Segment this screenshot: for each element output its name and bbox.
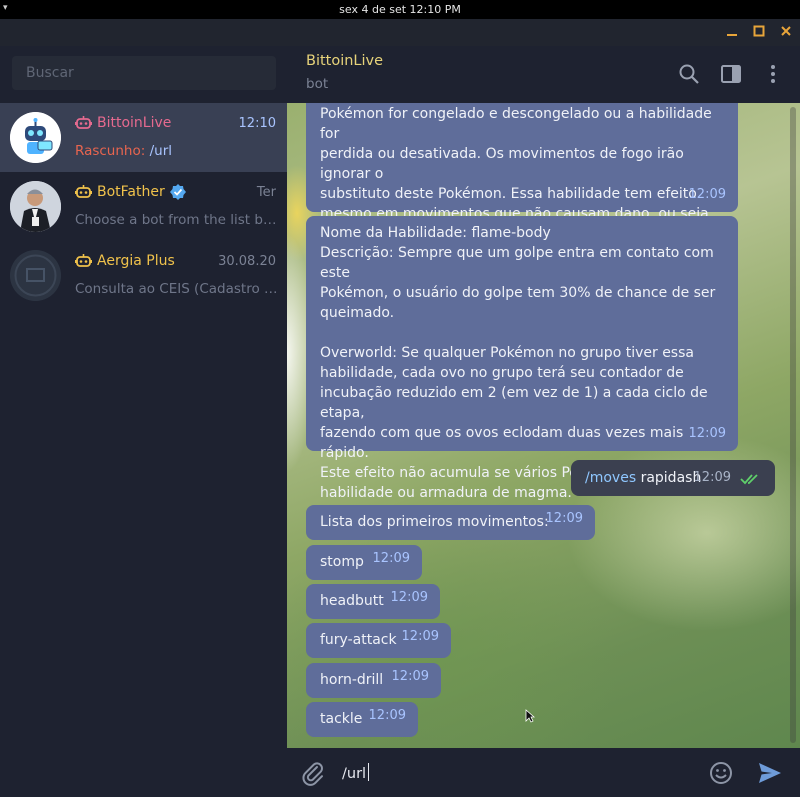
system-top-bar: ▾ sex 4 de set 12:10 PM [0, 0, 800, 19]
message-time: 12:09 [372, 551, 410, 566]
chat-header-name[interactable]: BittoinLive [306, 53, 383, 69]
bot-icon [75, 185, 92, 198]
message-bubble[interactable]: tackle 12:09 [306, 702, 418, 737]
draft-text: /url [149, 143, 172, 159]
message-text: headbutt [320, 593, 384, 609]
chat-title: BotFather [97, 184, 165, 200]
chat-item-botfather[interactable]: BotFather Ter Choose a bot from the list… [0, 172, 287, 241]
avatar [10, 181, 61, 232]
verified-icon [169, 184, 186, 200]
message-time: 12:09 [545, 511, 583, 526]
message-bubble[interactable]: Nome da Habilidade: flame-body Descrição… [306, 216, 738, 501]
message-bubble[interactable]: fury-attack 12:09 [306, 623, 451, 658]
system-clock[interactable]: sex 4 de set 12:10 PM [0, 3, 800, 16]
text-caret [368, 763, 370, 781]
draft-label: Rascunho: [75, 143, 146, 159]
message-time: 12:09 [391, 669, 429, 684]
message-time: 12:09 [390, 590, 428, 605]
message-bubble[interactable]: headbutt 12:09 [306, 584, 440, 619]
chat-title-row: Aergia Plus [75, 253, 175, 269]
chat-title-row: BotFather [75, 184, 186, 200]
minimize-icon[interactable] [722, 22, 742, 42]
message-text: tackle [320, 711, 363, 727]
message-text: stomp [320, 554, 364, 570]
attach-icon[interactable] [300, 760, 326, 786]
chat-preview: Choose a bot from the list below: [75, 212, 278, 228]
chat-preview: Rascunho: /url [75, 143, 278, 159]
window-titlebar [0, 19, 800, 46]
chat-preview: Consulta ao CEIS (Cadastro Nacional [75, 281, 278, 297]
message-command[interactable]: /moves [585, 470, 636, 486]
search-input[interactable]: Buscar [12, 56, 276, 90]
message-scrollbar[interactable] [790, 107, 796, 743]
avatar [10, 112, 61, 163]
chat-time: 30.08.20 [218, 254, 276, 269]
chat-list-sidebar: Buscar BittoinLive 12:10 Rascunho: /url … [0, 46, 287, 797]
chat-header: BittoinLive bot [287, 46, 800, 103]
message-time: 12:09 [688, 426, 726, 441]
message-time: 12:09 [401, 629, 439, 644]
chat-time: 12:10 [238, 116, 276, 131]
chat-title: BittoinLive [97, 115, 172, 131]
message-bubble[interactable]: Lista dos primeiros movimentos: 12:09 [306, 505, 595, 540]
chat-item-bittoinlive[interactable]: BittoinLive 12:10 Rascunho: /url [0, 103, 287, 172]
chat-time: Ter [256, 185, 276, 200]
maximize-icon[interactable] [749, 22, 769, 42]
message-text: rapidash [636, 470, 702, 486]
message-text: fury-attack [320, 632, 397, 648]
message-time: 12:09 [688, 187, 726, 202]
mouse-cursor-icon [525, 709, 535, 723]
message-text: horn-drill [320, 672, 384, 688]
bot-icon [75, 254, 92, 267]
chat-title-row: BittoinLive [75, 115, 171, 131]
message-input[interactable]: /url [342, 763, 370, 782]
chat-title: Aergia Plus [97, 253, 175, 269]
message-input-value: /url [342, 766, 367, 782]
search-icon[interactable] [677, 62, 701, 86]
message-text: Lista dos primeiros movimentos: [320, 514, 549, 530]
sidebar-panel-icon[interactable] [719, 62, 743, 86]
message-bubble[interactable]: stomp 12:09 [306, 545, 422, 580]
message-bubble-outgoing[interactable]: /moves rapidash 12:09 [571, 460, 775, 496]
message-time: 12:09 [693, 470, 731, 485]
message-history: Pokémon for congelado e descongelado ou … [287, 103, 800, 748]
message-time: 12:09 [368, 708, 406, 723]
read-checks-icon [740, 474, 758, 485]
message-bubble[interactable]: Pokémon for congelado e descongelado ou … [306, 103, 738, 262]
chat-item-aergia-plus[interactable]: Aergia Plus 30.08.20 Consulta ao CEIS (C… [0, 241, 287, 310]
emoji-icon[interactable] [708, 760, 734, 786]
avatar [10, 250, 61, 301]
chat-header-status: bot [306, 76, 329, 92]
compose-bar: /url [287, 748, 800, 797]
send-icon[interactable] [757, 760, 783, 786]
close-icon[interactable] [776, 22, 796, 42]
message-bubble[interactable]: horn-drill 12:09 [306, 663, 441, 698]
more-options-icon[interactable] [761, 62, 785, 86]
bot-icon [75, 116, 92, 129]
